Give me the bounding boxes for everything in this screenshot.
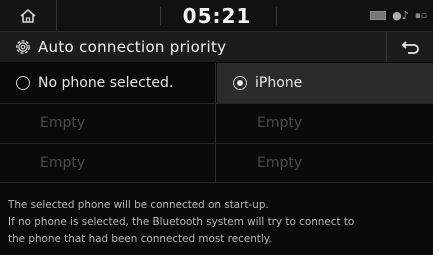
option-label: Empty bbox=[257, 115, 303, 131]
page-title: Auto connection priority bbox=[38, 38, 227, 56]
option-label: No phone selected. bbox=[38, 75, 174, 91]
home-icon bbox=[20, 8, 36, 23]
status-icons: ●♪ ▪▫ bbox=[370, 0, 427, 31]
back-arrow-icon bbox=[401, 41, 419, 54]
back-button[interactable] bbox=[386, 32, 433, 62]
radio-button[interactable] bbox=[233, 76, 247, 90]
clock: 05:21 bbox=[182, 3, 252, 28]
bluetooth-audio-icon: ●♪ bbox=[392, 9, 409, 22]
title-bar: Auto connection priority bbox=[0, 32, 433, 62]
option-empty-slot: Empty bbox=[0, 143, 216, 183]
description-line: the phone that had been connected most r… bbox=[8, 233, 272, 245]
option-label: iPhone bbox=[255, 75, 303, 91]
battery-icon bbox=[370, 11, 387, 20]
description-line: If no phone is selected, the Bluetooth s… bbox=[8, 216, 355, 228]
option-iphone[interactable]: iPhone bbox=[217, 63, 433, 103]
phone-priority-grid: No phone selected. iPhone Empty Empty Em… bbox=[0, 63, 433, 183]
screen: 05:21 ●♪ ▪▫ Auto connection priority No … bbox=[0, 0, 433, 255]
divider bbox=[276, 7, 277, 25]
option-no-phone[interactable]: No phone selected. bbox=[0, 63, 216, 103]
description-line: The selected phone will be connected on … bbox=[8, 199, 269, 211]
description-text: The selected phone will be connected on … bbox=[8, 197, 428, 248]
home-button[interactable] bbox=[0, 0, 57, 31]
option-label: Empty bbox=[40, 155, 86, 171]
signal-icon: ▪▫ bbox=[414, 10, 427, 21]
radio-button[interactable] bbox=[16, 76, 30, 90]
option-label: Empty bbox=[257, 155, 303, 171]
option-empty-slot: Empty bbox=[217, 103, 433, 143]
option-empty-slot: Empty bbox=[0, 103, 216, 143]
gear-icon bbox=[16, 40, 30, 54]
divider bbox=[0, 182, 433, 183]
status-bar: 05:21 ●♪ ▪▫ bbox=[0, 0, 433, 32]
option-empty-slot: Empty bbox=[217, 143, 433, 183]
option-label: Empty bbox=[40, 115, 86, 131]
